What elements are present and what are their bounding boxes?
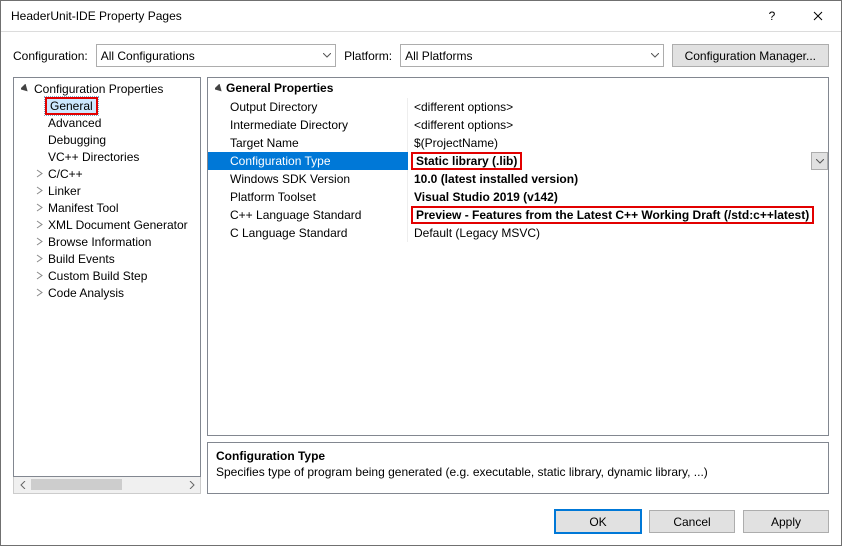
configuration-value: All Configurations: [101, 49, 195, 63]
tree-item[interactable]: Code Analysis: [14, 284, 200, 301]
close-icon: [813, 11, 823, 21]
description-title: Configuration Type: [216, 449, 820, 463]
property-name: C++ Language Standard: [208, 206, 408, 224]
tree-item[interactable]: Advanced: [14, 114, 200, 131]
tree-item-label: Custom Build Step: [46, 269, 149, 283]
tree-item-label: Manifest Tool: [46, 201, 120, 215]
cancel-button[interactable]: Cancel: [649, 510, 735, 533]
property-row[interactable]: Intermediate Directory<different options…: [208, 116, 828, 134]
expand-icon: [32, 254, 46, 263]
window-title: HeaderUnit-IDE Property Pages: [11, 9, 749, 23]
close-button[interactable]: [795, 1, 841, 31]
tree-item-label: Advanced: [46, 116, 103, 130]
expand-icon: [32, 220, 46, 229]
property-value[interactable]: 10.0 (latest installed version): [408, 170, 828, 188]
property-name: Configuration Type: [208, 152, 408, 170]
configuration-tree[interactable]: Configuration PropertiesGeneralAdvanced D…: [13, 77, 201, 477]
tree-item[interactable]: Linker: [14, 182, 200, 199]
expand-icon: [32, 203, 46, 212]
expand-icon: [32, 288, 46, 297]
property-category[interactable]: General Properties: [208, 78, 828, 98]
collapse-icon: [212, 84, 226, 93]
property-value[interactable]: Default (Legacy MSVC): [408, 224, 828, 242]
tree-item[interactable]: General: [14, 97, 200, 114]
configuration-combo[interactable]: All Configurations: [96, 44, 336, 67]
property-value[interactable]: <different options>: [408, 116, 828, 134]
expand-icon: [32, 271, 46, 280]
expand-icon: [32, 186, 46, 195]
help-button[interactable]: ?: [749, 1, 795, 31]
titlebar: HeaderUnit-IDE Property Pages ?: [1, 1, 841, 31]
scroll-right-button[interactable]: [183, 477, 200, 493]
expand-icon: [32, 169, 46, 178]
dialog-footer: OK Cancel Apply: [1, 502, 841, 545]
property-row[interactable]: Target Name$(ProjectName): [208, 134, 828, 152]
property-row[interactable]: Platform ToolsetVisual Studio 2019 (v142…: [208, 188, 828, 206]
property-value[interactable]: $(ProjectName): [408, 134, 828, 152]
property-name: Target Name: [208, 134, 408, 152]
expand-icon: [32, 237, 46, 246]
dropdown-button[interactable]: [811, 152, 828, 170]
property-name: Intermediate Directory: [208, 116, 408, 134]
property-name: Windows SDK Version: [208, 170, 408, 188]
tree-horizontal-scrollbar[interactable]: [13, 477, 201, 494]
tree-root[interactable]: Configuration Properties: [14, 80, 200, 97]
tree-item-label: VC++ Directories: [46, 150, 141, 164]
tree-item[interactable]: Build Events: [14, 250, 200, 267]
scroll-track[interactable]: [31, 477, 183, 493]
platform-value: All Platforms: [405, 49, 472, 63]
property-row[interactable]: Output Directory<different options>: [208, 98, 828, 116]
collapse-icon: [18, 84, 32, 93]
property-name: Output Directory: [208, 98, 408, 116]
property-name: Platform Toolset: [208, 188, 408, 206]
configuration-manager-button[interactable]: Configuration Manager...: [672, 44, 829, 67]
ok-button[interactable]: OK: [555, 510, 641, 533]
platform-combo[interactable]: All Platforms: [400, 44, 663, 67]
tree-item[interactable]: Debugging: [14, 131, 200, 148]
description-panel: Configuration Type Specifies type of pro…: [207, 442, 829, 494]
property-row[interactable]: Windows SDK Version10.0 (latest installe…: [208, 170, 828, 188]
tree-item[interactable]: Custom Build Step: [14, 267, 200, 284]
property-row[interactable]: Configuration TypeStatic library (.lib): [208, 152, 828, 170]
tree-item[interactable]: XML Document Generator: [14, 216, 200, 233]
help-icon: ?: [769, 9, 776, 23]
property-name: C Language Standard: [208, 224, 408, 242]
tree-item-label: Linker: [46, 184, 83, 198]
tree-item-label: Build Events: [46, 252, 117, 266]
tree-item-label: Browse Information: [46, 235, 153, 249]
chevron-down-icon: [651, 53, 659, 58]
scroll-left-button[interactable]: [14, 477, 31, 493]
property-value[interactable]: Static library (.lib): [408, 152, 828, 170]
configuration-label: Configuration:: [13, 49, 88, 63]
tree-item-label: Debugging: [46, 133, 108, 147]
platform-label: Platform:: [344, 49, 392, 63]
dialog-window: HeaderUnit-IDE Property Pages ? Configur…: [0, 0, 842, 546]
property-value[interactable]: Visual Studio 2019 (v142): [408, 188, 828, 206]
description-text: Specifies type of program being generate…: [216, 465, 820, 479]
tree-item-label: Code Analysis: [46, 286, 126, 300]
property-row[interactable]: C Language StandardDefault (Legacy MSVC): [208, 224, 828, 242]
config-toolbar: Configuration: All Configurations Platfo…: [1, 32, 841, 77]
property-row[interactable]: C++ Language StandardPreview - Features …: [208, 206, 828, 224]
chevron-down-icon: [816, 159, 824, 164]
tree-item-label: General: [45, 97, 98, 115]
tree-item[interactable]: Browse Information: [14, 233, 200, 250]
scroll-thumb[interactable]: [31, 479, 122, 490]
apply-button[interactable]: Apply: [743, 510, 829, 533]
property-value[interactable]: Preview - Features from the Latest C++ W…: [408, 206, 828, 224]
tree-item[interactable]: Manifest Tool: [14, 199, 200, 216]
tree-item[interactable]: VC++ Directories: [14, 148, 200, 165]
property-grid: General Properties Output Directory<diff…: [207, 77, 829, 436]
property-value[interactable]: <different options>: [408, 98, 828, 116]
chevron-down-icon: [323, 53, 331, 58]
tree-item-label: XML Document Generator: [46, 218, 190, 232]
tree-item[interactable]: C/C++: [14, 165, 200, 182]
tree-item-label: C/C++: [46, 167, 85, 181]
